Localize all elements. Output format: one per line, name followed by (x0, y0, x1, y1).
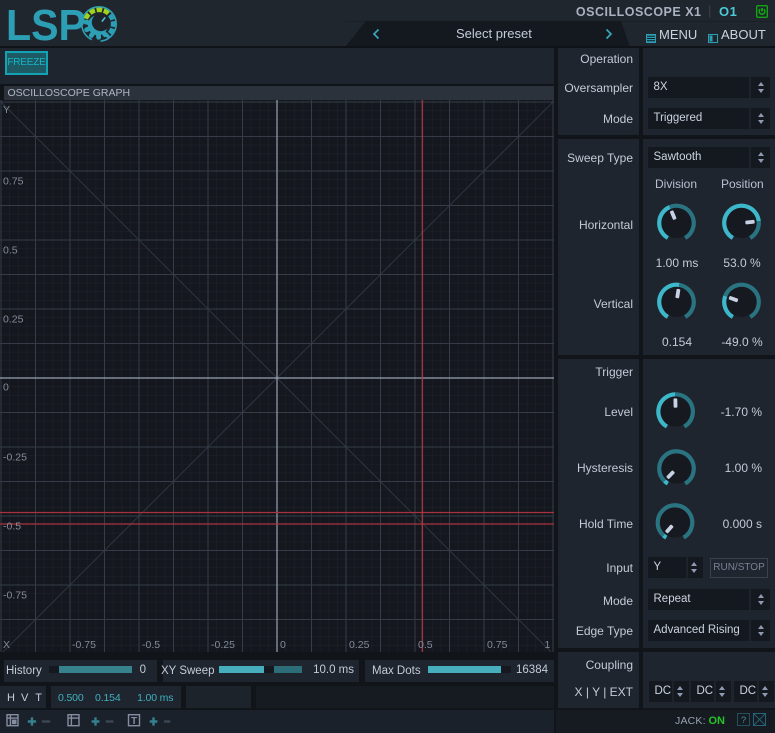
svg-text:-0.25: -0.25 (3, 452, 27, 464)
svg-text:-0.75: -0.75 (72, 639, 96, 651)
svg-text:Y: Y (3, 104, 10, 116)
svg-text:0.5: 0.5 (3, 245, 18, 257)
svg-text:0.25: 0.25 (349, 639, 370, 651)
svg-text:-0.5: -0.5 (3, 521, 21, 533)
svg-text:?: ? (741, 715, 746, 726)
svg-text:1: 1 (545, 639, 551, 651)
svg-text:0: 0 (280, 639, 286, 651)
svg-text:0.25: 0.25 (3, 314, 24, 326)
svg-text:0: 0 (3, 382, 9, 394)
svg-text:X: X (3, 639, 10, 651)
svg-text:LSP: LSP (6, 3, 86, 43)
svg-text:T: T (131, 716, 137, 727)
svg-text:0.5: 0.5 (418, 639, 433, 651)
svg-text:-0.5: -0.5 (142, 639, 160, 651)
svg-text:-0.75: -0.75 (3, 590, 27, 602)
svg-text:-0.25: -0.25 (211, 639, 235, 651)
svg-text:0.75: 0.75 (3, 176, 24, 188)
svg-text:0.75: 0.75 (487, 639, 508, 651)
